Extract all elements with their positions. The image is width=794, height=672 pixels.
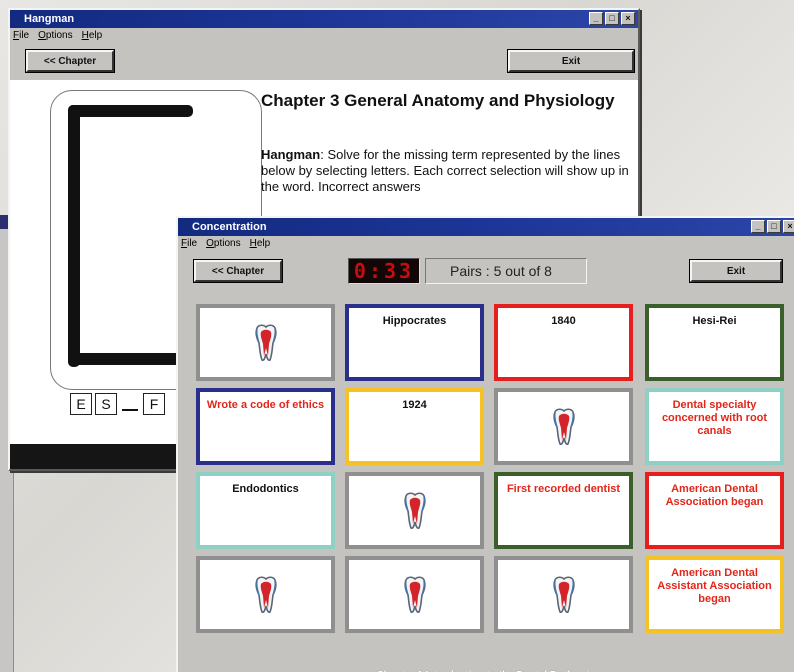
menu-options[interactable]: Options xyxy=(206,238,240,249)
tooth-icon xyxy=(403,491,426,529)
close-icon[interactable]: × xyxy=(783,220,794,233)
minimize-icon[interactable]: _ xyxy=(751,220,765,233)
hangman-title: Hangman xyxy=(24,13,75,25)
memory-card[interactable]: Wrote a code of ethics xyxy=(196,388,335,465)
memory-card[interactable]: Hesi-Rei xyxy=(645,304,784,381)
letter-box: F xyxy=(143,393,165,415)
memory-card[interactable]: American Dental Association began xyxy=(645,472,784,549)
maximize-icon[interactable]: □ xyxy=(605,12,619,25)
memory-card[interactable]: 1924 xyxy=(345,388,484,465)
concentration-window: Concentration _ □ × File Options Help <<… xyxy=(176,216,794,672)
hangman-menubar: File Options Help xyxy=(10,28,638,43)
tooth-icon xyxy=(552,407,575,445)
back-chapter-button[interactable]: << Chapter xyxy=(25,49,115,73)
memory-card[interactable]: Hippocrates xyxy=(345,304,484,381)
menu-file[interactable]: File xyxy=(13,30,29,41)
memory-card[interactable] xyxy=(345,472,484,549)
pairs-counter: Pairs : 5 out of 8 xyxy=(425,258,587,284)
memory-card[interactable]: First recorded dentist xyxy=(494,472,633,549)
memory-card[interactable] xyxy=(345,556,484,633)
tooth-icon xyxy=(552,575,575,613)
tooth-icon xyxy=(254,323,277,361)
back-chapter-button[interactable]: << Chapter xyxy=(193,259,283,283)
memory-card[interactable]: American Dental Assistant Association be… xyxy=(645,556,784,633)
memory-card[interactable] xyxy=(494,388,633,465)
word-letters: E S F xyxy=(70,393,165,415)
menu-options[interactable]: Options xyxy=(38,30,72,41)
menu-help[interactable]: Help xyxy=(82,30,103,41)
card-board: Hippocrates 1840 Hesi-Rei Wrote a code of e… xyxy=(178,288,794,658)
menu-help[interactable]: Help xyxy=(250,238,271,249)
instructions: Hangman: Solve for the missing term repr… xyxy=(261,147,629,195)
card-text: Wrote a code of ethics xyxy=(206,399,325,411)
tooth-icon xyxy=(403,575,426,613)
maximize-icon[interactable]: □ xyxy=(767,220,781,233)
gallows-top-bar xyxy=(68,105,193,117)
card-text: American Dental Assistant Association be… xyxy=(657,567,772,605)
tooth-icon xyxy=(254,575,277,613)
memory-card[interactable] xyxy=(196,556,335,633)
card-text: Hippocrates xyxy=(382,315,447,327)
card-text: American Dental Association began xyxy=(665,483,764,508)
menu-file[interactable]: File xyxy=(181,238,197,249)
card-text: Endodontics xyxy=(232,483,299,495)
concentration-title: Concentration xyxy=(192,221,267,233)
memory-card[interactable]: 1840 xyxy=(494,304,633,381)
chapter-status: Chapter 1 Introduction to the Dental Pro… xyxy=(178,656,794,672)
memory-card[interactable]: Dental specialty concerned with root can… xyxy=(645,388,784,465)
card-text: Hesi-Rei xyxy=(692,315,737,327)
letter-box: E xyxy=(70,393,92,415)
instructions-label: Hangman xyxy=(261,147,321,162)
concentration-menubar: File Options Help xyxy=(178,236,794,251)
card-text: First recorded dentist xyxy=(506,483,621,495)
card-text: Dental specialty concerned with root can… xyxy=(661,399,768,437)
card-text: 1924 xyxy=(402,399,427,411)
letter-blank xyxy=(122,409,138,411)
concentration-titlebar[interactable]: Concentration _ □ × xyxy=(178,218,794,236)
gallows-post xyxy=(68,105,80,367)
hangman-titlebar[interactable]: Hangman _ □ × xyxy=(10,10,638,28)
memory-card[interactable] xyxy=(494,556,633,633)
close-icon[interactable]: × xyxy=(621,12,635,25)
timer-display: 0:33 xyxy=(348,258,420,284)
memory-card[interactable] xyxy=(196,304,335,381)
exit-button[interactable]: Exit xyxy=(689,259,783,283)
minimize-icon[interactable]: _ xyxy=(589,12,603,25)
exit-button[interactable]: Exit xyxy=(507,49,635,73)
letter-box: S xyxy=(95,393,117,415)
page-title: Chapter 3 General Anatomy and Physiology xyxy=(261,91,615,110)
memory-card[interactable]: Endodontics xyxy=(196,472,335,549)
card-text: 1840 xyxy=(551,315,576,327)
